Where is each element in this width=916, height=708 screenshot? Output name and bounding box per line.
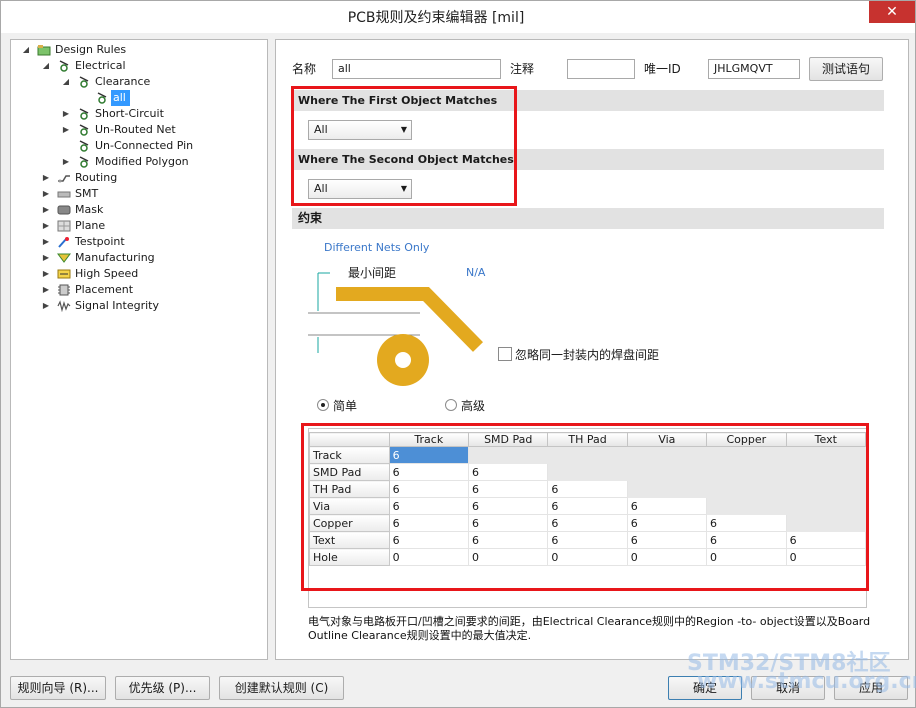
close-button[interactable]: ✕ bbox=[869, 1, 915, 23]
rules-tree: ◢ Design Rules ◢ Electrical ◢ Clearance bbox=[10, 39, 268, 660]
expand-arrow-icon[interactable]: ▶ bbox=[41, 234, 51, 250]
name-field[interactable]: all bbox=[332, 59, 501, 79]
placement-icon bbox=[58, 284, 70, 296]
manufacturing-icon bbox=[57, 253, 71, 263]
tree-label: Placement bbox=[75, 283, 134, 296]
tree-label: Design Rules bbox=[55, 43, 127, 56]
clearance-icon bbox=[79, 76, 89, 88]
highlight-frame bbox=[291, 86, 517, 206]
priority-button[interactable]: 优先级 (P)... bbox=[115, 676, 210, 700]
collapse-arrow-icon[interactable]: ◢ bbox=[61, 74, 71, 90]
net-scope-link[interactable]: Different Nets Only bbox=[324, 241, 429, 254]
tree-item-modified-polygon[interactable]: ▶ Modified Polygon bbox=[13, 154, 253, 170]
ignore-pad-checkbox[interactable] bbox=[498, 347, 512, 361]
electrical-icon bbox=[59, 60, 69, 72]
rule-description: 电气对象与电路板开口/凹槽之间要求的间距，由Electrical Clearan… bbox=[308, 615, 871, 642]
tree-item-placement[interactable]: ▶ Placement bbox=[13, 282, 253, 298]
tree-item-signal-integrity[interactable]: ▶ Signal Integrity bbox=[13, 298, 253, 314]
rule-editor-window: PCB规则及约束编辑器 [mil] ✕ ◢ Design Rules ◢ Ele… bbox=[0, 0, 916, 708]
tree-label: Routing bbox=[75, 171, 118, 184]
tree-label: Mask bbox=[75, 203, 104, 216]
tree-item-clearance[interactable]: ◢ Clearance bbox=[13, 74, 253, 90]
testpoint-icon bbox=[58, 237, 69, 248]
comment-label: 注释 bbox=[510, 62, 535, 76]
collapse-arrow-icon[interactable]: ◢ bbox=[41, 58, 51, 74]
test-query-button[interactable]: 测试语句 bbox=[809, 57, 883, 81]
create-default-rules-button[interactable]: 创建默认规则 (C) bbox=[219, 676, 344, 700]
title-bar: PCB规则及约束编辑器 [mil] ✕ bbox=[1, 1, 915, 33]
tree-item-manufacturing[interactable]: ▶ Manufacturing bbox=[13, 250, 253, 266]
design-rules-icon bbox=[37, 45, 51, 56]
tree-item-design-rules[interactable]: ◢ Design Rules bbox=[13, 42, 253, 58]
plane-icon bbox=[57, 220, 71, 232]
tree-label: Clearance bbox=[95, 75, 151, 88]
comment-field[interactable] bbox=[567, 59, 635, 79]
tree-item-routing[interactable]: ▶ Routing bbox=[13, 170, 253, 186]
tree-item-mask[interactable]: ▶ Mask bbox=[13, 202, 253, 218]
expand-arrow-icon[interactable]: ▶ bbox=[41, 266, 51, 282]
tree-label: Un-Connected Pin bbox=[95, 139, 194, 152]
tree-label: all bbox=[111, 90, 130, 106]
expand-arrow-icon[interactable]: ▶ bbox=[61, 154, 71, 170]
expand-arrow-icon[interactable]: ▶ bbox=[41, 186, 51, 202]
watermark-url: www.stmcu.org.cn bbox=[697, 669, 916, 694]
advanced-mode-label: 高级 bbox=[461, 399, 486, 413]
smt-icon bbox=[57, 191, 71, 198]
tree-label: Electrical bbox=[75, 59, 126, 72]
expand-arrow-icon[interactable]: ▶ bbox=[41, 202, 51, 218]
tree-item-all[interactable]: all bbox=[95, 90, 265, 106]
tree-label: High Speed bbox=[75, 267, 139, 280]
highlight-frame bbox=[301, 423, 869, 591]
un-connected-pin-icon bbox=[79, 140, 89, 152]
ignore-pad-label: 忽略同一封装内的焊盘间距 bbox=[515, 348, 660, 362]
advanced-mode-radio[interactable] bbox=[445, 399, 457, 411]
tree-label: Short-Circuit bbox=[95, 107, 164, 120]
expand-arrow-icon[interactable]: ▶ bbox=[41, 298, 51, 314]
constraints-section: 约束 bbox=[292, 208, 884, 229]
rule-icon bbox=[97, 92, 107, 104]
short-circuit-icon bbox=[79, 108, 89, 120]
tree-item-testpoint[interactable]: ▶ Testpoint bbox=[13, 234, 253, 250]
tree-label: Testpoint bbox=[75, 235, 125, 248]
tree-label: Modified Polygon bbox=[95, 155, 189, 168]
collapse-arrow-icon[interactable]: ◢ bbox=[21, 42, 31, 58]
window-title: PCB规则及约束编辑器 [mil] bbox=[347, 10, 525, 26]
tree-item-electrical[interactable]: ◢ Electrical bbox=[13, 58, 253, 74]
pad-hole bbox=[395, 352, 411, 368]
high-speed-icon bbox=[57, 269, 71, 279]
tree-label: Un-Routed Net bbox=[95, 123, 176, 136]
expand-arrow-icon[interactable]: ▶ bbox=[41, 250, 51, 266]
un-routed-net-icon bbox=[79, 124, 89, 136]
tree-item-smt[interactable]: ▶ SMT bbox=[13, 186, 253, 202]
tree-item-un-routed-net[interactable]: ▶ Un-Routed Net bbox=[13, 122, 253, 138]
rule-wizard-button[interactable]: 规则向导 (R)... bbox=[10, 676, 106, 700]
unique-id-field[interactable]: JHLGMQVT bbox=[708, 59, 800, 79]
mask-icon bbox=[57, 205, 71, 215]
routing-icon bbox=[58, 175, 70, 183]
expand-arrow-icon[interactable]: ▶ bbox=[61, 122, 71, 138]
unique-id-label: 唯一ID bbox=[644, 62, 681, 76]
simple-mode-label: 简单 bbox=[333, 399, 358, 413]
close-icon: ✕ bbox=[886, 4, 898, 20]
expand-arrow-icon[interactable]: ▶ bbox=[61, 106, 71, 122]
min-clearance-value[interactable]: N/A bbox=[466, 266, 485, 279]
tree-item-un-connected-pin[interactable]: Un-Connected Pin bbox=[13, 138, 253, 154]
name-label: 名称 bbox=[292, 62, 317, 76]
signal-integrity-icon bbox=[57, 300, 71, 312]
expand-arrow-icon[interactable]: ▶ bbox=[41, 170, 51, 186]
tree-item-short-circuit[interactable]: ▶ Short-Circuit bbox=[13, 106, 253, 122]
tree-label: Manufacturing bbox=[75, 251, 155, 264]
tree-label: Plane bbox=[75, 219, 106, 232]
tree-label: Signal Integrity bbox=[75, 299, 159, 312]
tree-item-plane[interactable]: ▶ Plane bbox=[13, 218, 253, 234]
expand-arrow-icon[interactable]: ▶ bbox=[41, 282, 51, 298]
tree-label: SMT bbox=[75, 187, 99, 200]
modified-polygon-icon bbox=[79, 156, 89, 168]
tree-item-high-speed[interactable]: ▶ High Speed bbox=[13, 266, 253, 282]
min-clearance-label: 最小间距 bbox=[348, 266, 397, 280]
expand-arrow-icon[interactable]: ▶ bbox=[41, 218, 51, 234]
simple-mode-radio[interactable] bbox=[317, 399, 329, 411]
